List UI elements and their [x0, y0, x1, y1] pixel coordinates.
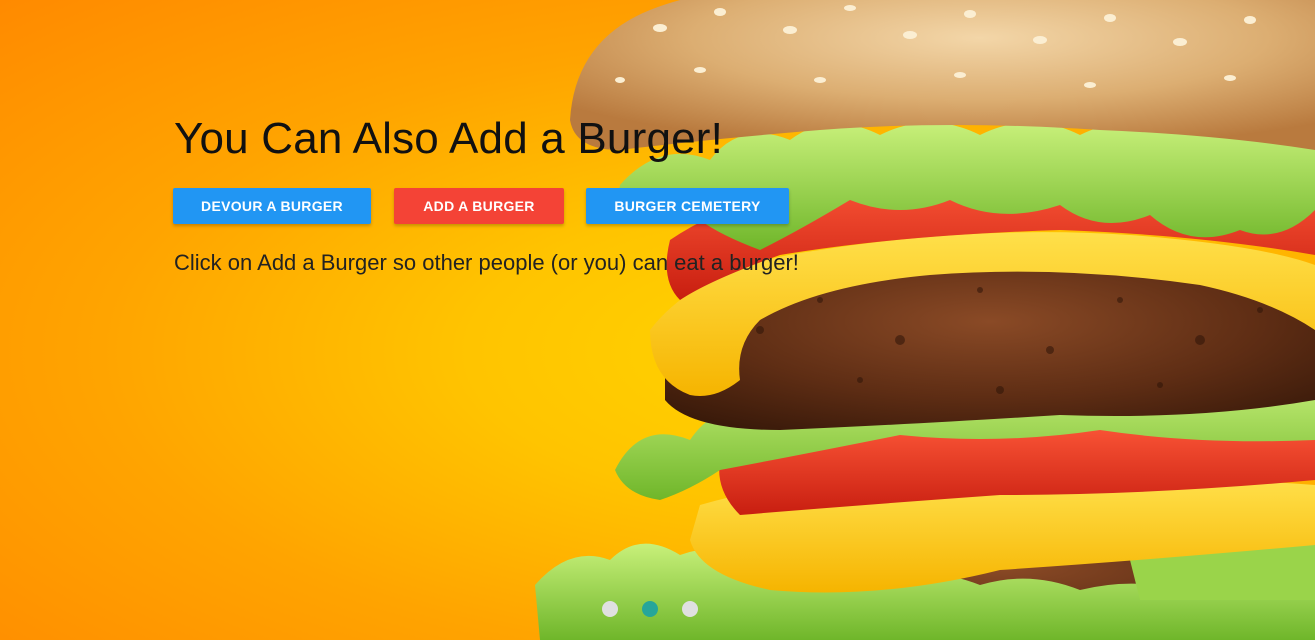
carousel-indicator-1[interactable]: [602, 601, 618, 617]
add-burger-button[interactable]: ADD A BURGER: [394, 188, 564, 224]
burger-cemetery-button[interactable]: BURGER CEMETERY: [586, 188, 789, 224]
slide-subtitle: Click on Add a Burger so other people (o…: [174, 250, 799, 275]
carousel-indicator-3[interactable]: [682, 601, 698, 617]
slide-title: You Can Also Add a Burger!: [174, 114, 724, 163]
carousel-indicators: [602, 601, 702, 617]
slide-caption: You Can Also Add a Burger! DEVOUR A BURG…: [173, 110, 934, 275]
carousel-indicator-2-active[interactable]: [642, 601, 658, 617]
burger-image: [535, 0, 1315, 640]
devour-burger-button[interactable]: DEVOUR A BURGER: [173, 188, 371, 224]
carousel-slide: You Can Also Add a Burger! DEVOUR A BURG…: [0, 0, 1315, 640]
action-buttons: DEVOUR A BURGER ADD A BURGER BURGER CEME…: [173, 188, 813, 224]
